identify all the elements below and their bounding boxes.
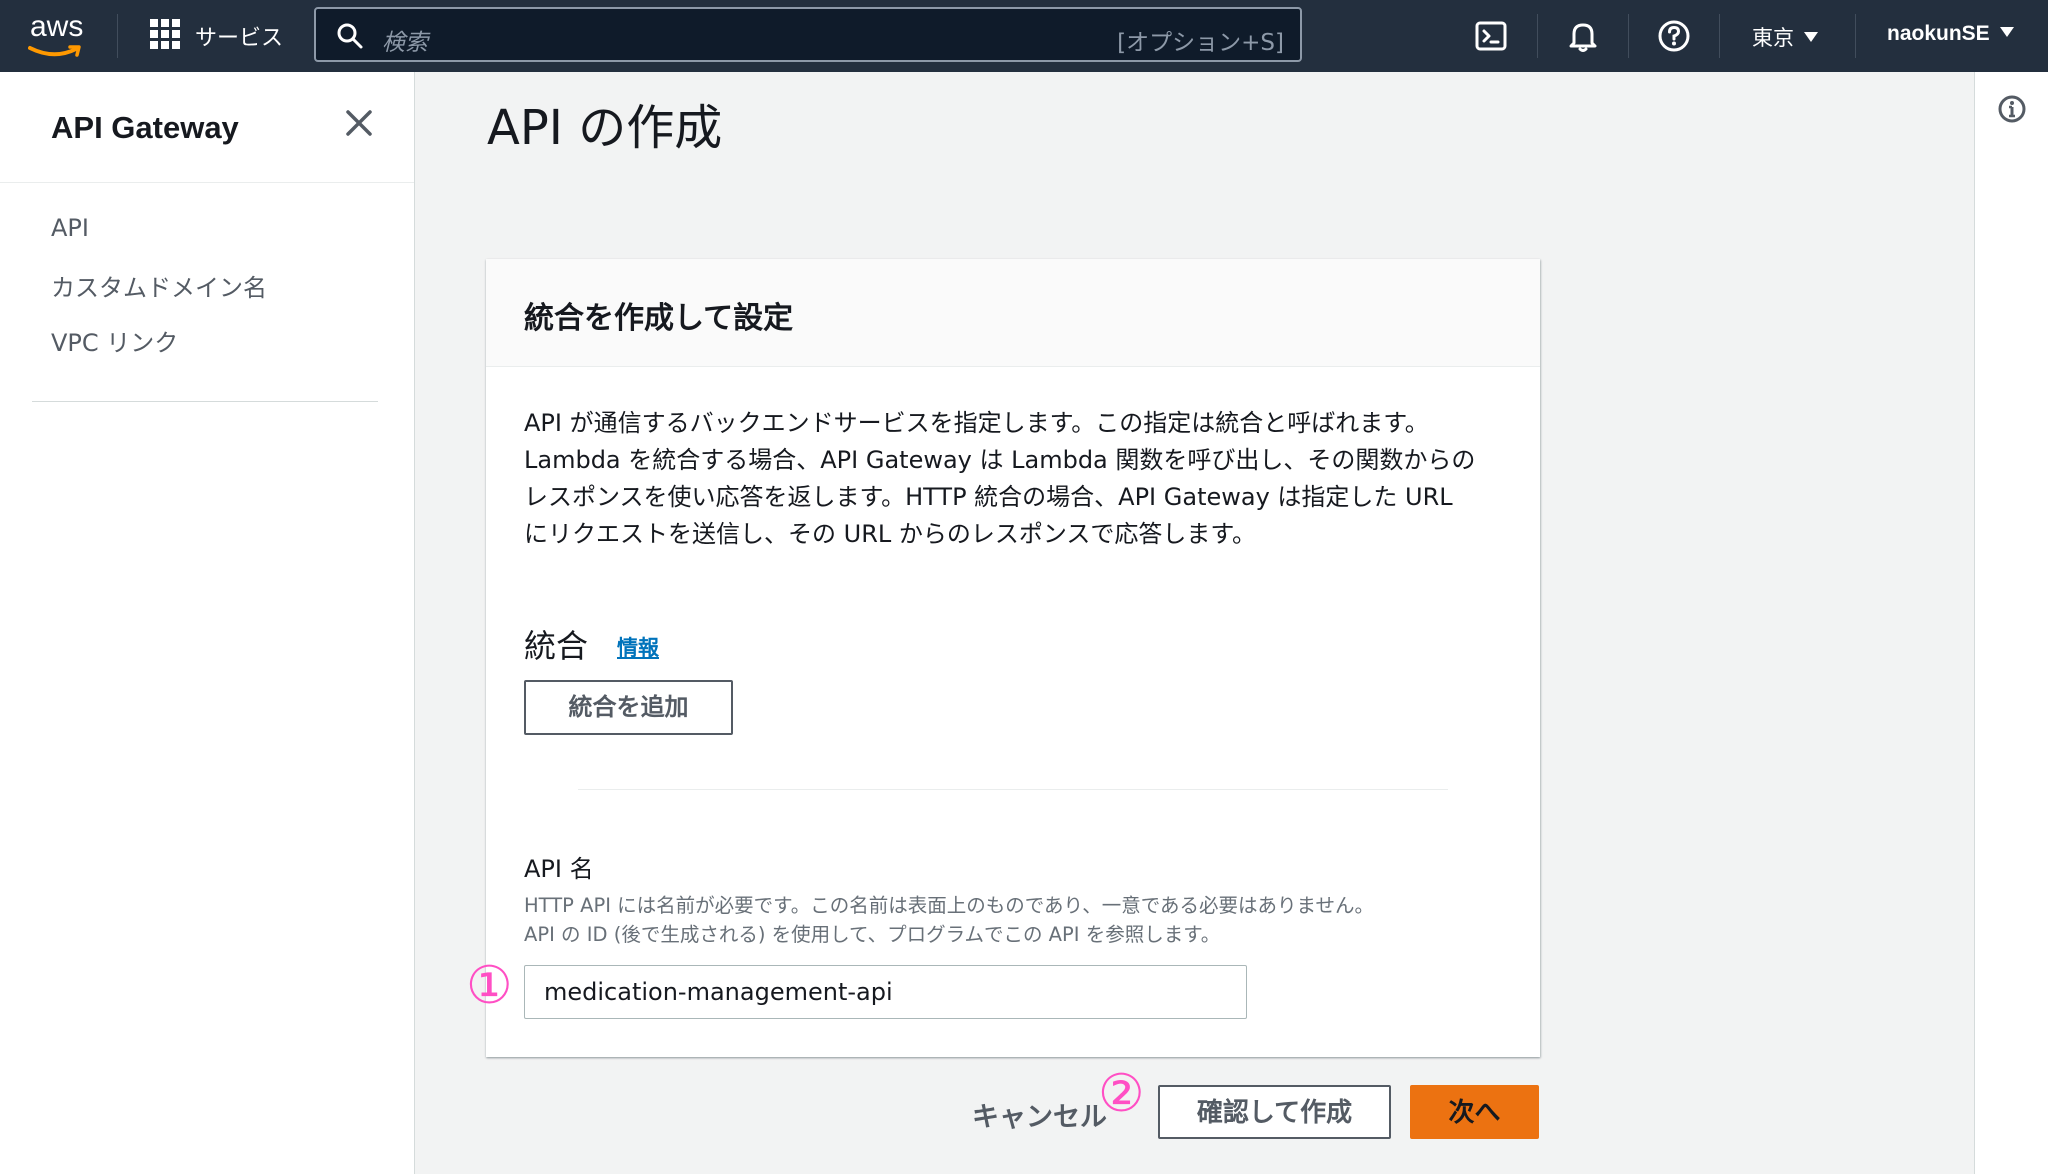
top-navigation-bar: aws サービス 検索 [オプション+S] 東京 naokunSE xyxy=(0,0,2048,72)
api-name-label: API 名 xyxy=(524,855,594,883)
nav-divider xyxy=(1537,14,1538,58)
sidebar-divider xyxy=(32,401,378,402)
account-name: naokunSE xyxy=(1887,22,1990,45)
card-header: 統合を作成して設定 xyxy=(486,259,1540,367)
caret-down-icon xyxy=(1804,32,1818,42)
services-menu[interactable]: サービス xyxy=(195,20,283,52)
search-bar[interactable]: 検索 [オプション+S] xyxy=(314,7,1302,62)
aws-logo-text: aws xyxy=(30,10,84,43)
description-line: にリクエストを送信し、その URL からのレスポンスで応答します。 xyxy=(524,520,1256,548)
region-label: 東京 xyxy=(1752,26,1794,50)
card-description: API が通信するバックエンドサービスを指定します。この指定は統合と呼ばれます。… xyxy=(524,405,1514,553)
search-placeholder[interactable]: 検索 xyxy=(382,23,428,57)
sidebar-item-api[interactable]: API xyxy=(51,214,89,242)
description-line: API が通信するバックエンドサービスを指定します。この指定は統合と呼ばれます。 xyxy=(524,409,1429,437)
bell-icon[interactable] xyxy=(1565,18,1601,54)
nav-divider xyxy=(1719,14,1720,58)
add-integration-button[interactable]: 統合を追加 xyxy=(524,680,733,735)
search-icon xyxy=(337,23,363,49)
region-selector[interactable]: 東京 xyxy=(1752,22,1818,52)
tools-panel-rail xyxy=(1974,72,2048,1174)
page-title: API の作成 xyxy=(487,100,723,156)
aws-logo[interactable]: aws xyxy=(26,10,94,62)
sidebar-divider xyxy=(0,182,414,183)
sidebar-item-vpc-links[interactable]: VPC リンク xyxy=(51,323,178,358)
help-line: HTTP API には名前が必要です。この名前は表面上のものであり、一意である必… xyxy=(524,894,1374,917)
close-icon[interactable] xyxy=(344,108,374,138)
next-button[interactable]: 次へ xyxy=(1410,1085,1539,1139)
review-and-create-button[interactable]: 確認して作成 xyxy=(1158,1085,1391,1139)
cancel-button[interactable]: キャンセル xyxy=(972,1095,1107,1134)
side-navigation: API Gateway API カスタムドメイン名 VPC リンク xyxy=(0,72,415,1174)
services-grid-icon[interactable] xyxy=(150,19,180,49)
nav-divider xyxy=(117,14,118,58)
description-line: Lambda を統合する場合、API Gateway は Lambda 関数を呼… xyxy=(524,446,1476,474)
aws-smile-icon xyxy=(28,45,81,57)
info-icon[interactable] xyxy=(1997,94,2027,124)
nav-divider xyxy=(1855,14,1856,58)
account-menu[interactable]: naokunSE xyxy=(1887,22,2014,46)
api-name-input[interactable]: medication-management-api xyxy=(524,965,1247,1019)
help-icon[interactable] xyxy=(1656,18,1692,54)
sidebar-item-custom-domain-names[interactable]: カスタムドメイン名 xyxy=(51,268,267,303)
card-title: 統合を作成して設定 xyxy=(524,301,794,336)
nav-divider xyxy=(1628,14,1629,58)
help-line: API の ID (後で生成される) を使用して、プログラムでこの API を参… xyxy=(524,923,1221,946)
description-line: レスポンスを使い応答を返します。HTTP 統合の場合、API Gateway は… xyxy=(524,483,1453,511)
integrations-card: 統合を作成して設定 API が通信するバックエンドサービスを指定します。この指定… xyxy=(486,259,1540,1057)
cloudshell-icon[interactable] xyxy=(1473,18,1509,54)
api-name-help: HTTP API には名前が必要です。この名前は表面上のものであり、一意である必… xyxy=(524,891,1524,949)
caret-down-icon xyxy=(1999,27,2014,37)
annotation-marker-1: ① xyxy=(466,956,513,1016)
search-shortcut-hint: [オプション+S] xyxy=(1117,30,1284,56)
annotation-marker-2: ② xyxy=(1098,1064,1145,1124)
integrations-label: 統合 xyxy=(524,627,589,665)
section-divider xyxy=(578,789,1448,790)
sidebar-title[interactable]: API Gateway xyxy=(51,110,239,146)
integrations-info-link[interactable]: 情報 xyxy=(617,632,659,662)
